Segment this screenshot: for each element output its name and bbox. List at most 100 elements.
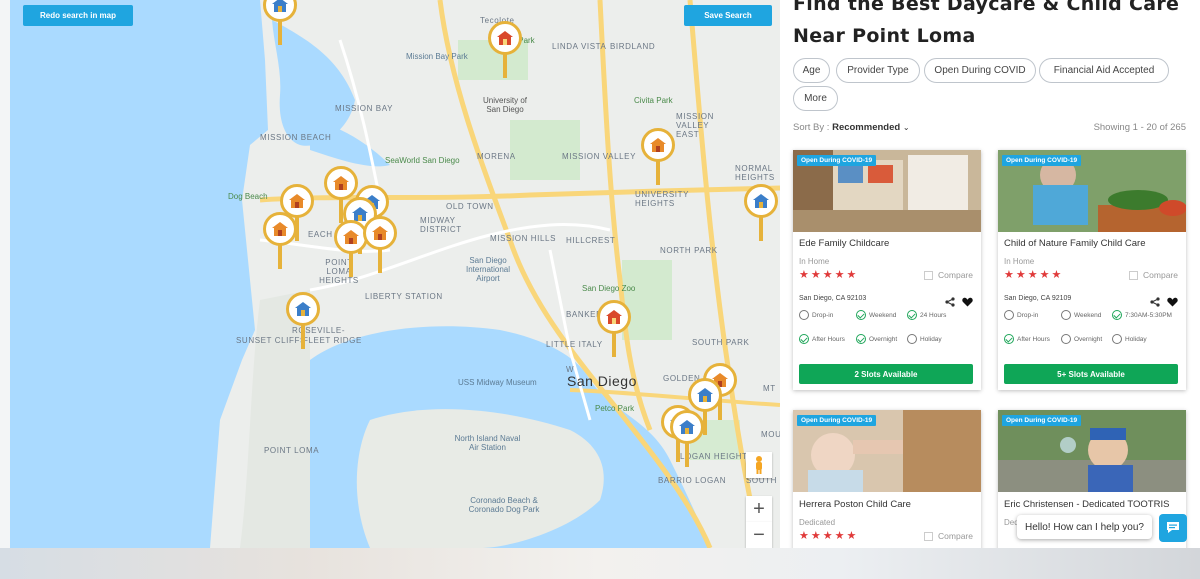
share-icon[interactable] [1150, 292, 1160, 311]
option-weekend: Weekend [856, 310, 896, 320]
house-icon [286, 292, 320, 326]
radio-icon [1112, 334, 1122, 344]
option-hours: 7:30AM-5:30PM [1112, 310, 1172, 320]
map-label: USS Midway Museum [458, 378, 537, 387]
provider-photo: Open During COVID-19 [998, 150, 1186, 232]
chat-icon [1166, 519, 1180, 538]
covid-badge: Open During COVID-19 [797, 155, 877, 166]
map-pin[interactable] [744, 184, 780, 242]
map-pin[interactable] [597, 300, 633, 358]
compare-checkbox[interactable]: Compare [1129, 270, 1178, 280]
chat-button[interactable] [1159, 514, 1187, 542]
slots-available-button[interactable]: 2 Slots Available [799, 364, 973, 384]
filter-age[interactable]: Age [793, 58, 830, 83]
map-pin[interactable] [363, 216, 399, 274]
map-pin[interactable] [488, 21, 524, 79]
map-label: UNIVERSITY HEIGHTS [635, 190, 689, 208]
map-base [10, 0, 780, 548]
check-circle-icon [1112, 310, 1122, 320]
page-title: Find the Best Daycare & Child Care Near … [793, 0, 1180, 47]
option-label: 24 Hours [920, 311, 947, 319]
covid-badge: Open During COVID-19 [797, 415, 877, 426]
house-icon [670, 410, 704, 444]
map-label: LITTLE ITALY [546, 340, 603, 349]
check-circle-icon [856, 310, 866, 320]
share-icon[interactable] [945, 292, 955, 311]
checkbox-icon [924, 531, 934, 541]
compare-checkbox[interactable]: Compare [924, 531, 973, 541]
map-pin[interactable] [670, 410, 706, 468]
heart-icon[interactable] [1167, 292, 1178, 311]
house-icon [488, 21, 522, 55]
option-24-hours: 24 Hours [907, 310, 946, 320]
map-label: OLD TOWN [446, 202, 494, 211]
map-label: MISSION VALLEY [562, 152, 637, 161]
provider-type: Dedicated [799, 518, 836, 527]
chat-greeting-bubble[interactable]: Hello! How can I help you? [1017, 515, 1152, 539]
street-view-pegman-icon[interactable] [746, 452, 772, 478]
map-pin[interactable] [641, 128, 677, 186]
bottom-blur-strip [0, 548, 1200, 579]
filter-financial-aid[interactable]: Financial Aid Accepted [1039, 58, 1169, 83]
filter-more[interactable]: More [793, 86, 838, 111]
map-label: San Diego Zoo [582, 284, 636, 293]
heart-icon[interactable] [962, 292, 973, 311]
provider-card[interactable]: Open During COVID-19 Herrera Poston Chil… [793, 410, 981, 548]
compare-label: Compare [938, 531, 973, 541]
option-label: Overnight [869, 335, 898, 343]
map-pin[interactable] [263, 0, 299, 46]
filter-open-during-covid[interactable]: Open During COVID [924, 58, 1036, 83]
option-label: Overnight [1074, 335, 1103, 343]
house-icon [324, 166, 358, 200]
results-count: Showing 1 - 20 of 265 [1093, 122, 1186, 133]
radio-icon [1061, 310, 1071, 320]
provider-name[interactable]: Ede Family Childcare [799, 238, 889, 249]
map-label: Coronado Beach & Coronado Dog Park [468, 496, 540, 514]
map-label: LIBERTY STATION [365, 292, 443, 301]
check-circle-icon [907, 310, 917, 320]
radio-icon [1004, 310, 1014, 320]
zoom-out-button[interactable]: − [746, 522, 772, 548]
provider-card[interactable]: Open During COVID-19 Ede Family Childcar… [793, 150, 981, 390]
house-icon [263, 212, 297, 246]
map-label-city: San Diego [567, 373, 637, 389]
option-drop-in: Drop-in [799, 310, 833, 320]
map-label: SeaWorld San Diego [385, 156, 460, 165]
slots-available-button[interactable]: 5+ Slots Available [1004, 364, 1178, 384]
option-label: Drop-in [812, 311, 834, 319]
provider-name[interactable]: Herrera Poston Child Care [799, 499, 911, 510]
compare-checkbox[interactable]: Compare [924, 270, 973, 280]
results-panel: Find the Best Daycare & Child Care Near … [782, 0, 1200, 548]
zoom-in-button[interactable]: + [746, 496, 772, 522]
card-actions [1150, 292, 1178, 311]
house-icon [744, 184, 778, 218]
chevron-down-icon: ⌄ [902, 123, 910, 132]
provider-name[interactable]: Child of Nature Family Child Care [1004, 238, 1146, 249]
sort-by[interactable]: Sort By : Recommended ⌄ [793, 122, 910, 133]
map-label: MISSION VALLEY EAST [676, 112, 714, 139]
option-overnight: Overnight [1061, 334, 1102, 344]
provider-type: In Home [799, 257, 830, 266]
house-icon [641, 128, 675, 162]
option-overnight: Overnight [856, 334, 897, 344]
map-label: MT [763, 384, 776, 393]
sort-value[interactable]: Recommended [832, 122, 900, 133]
house-icon [597, 300, 631, 334]
checkbox-icon [1129, 270, 1139, 280]
map-label: NORMAL HEIGHTS [735, 164, 775, 182]
map-label: POINT LOMA [264, 446, 320, 455]
map-pin[interactable] [286, 292, 322, 350]
option-holiday: Holiday [907, 334, 942, 344]
map-label: MISSION BEACH [260, 133, 332, 142]
left-gutter [0, 0, 10, 548]
compare-label: Compare [938, 270, 973, 280]
card-actions [945, 292, 973, 311]
provider-card[interactable]: Open During COVID-19 Child of Nature Fam… [998, 150, 1186, 390]
map-pin[interactable] [263, 212, 299, 270]
provider-name[interactable]: Eric Christensen - Dedicated TOOTRIS [1004, 499, 1169, 510]
provider-photo: Open During COVID-19 [793, 410, 981, 492]
save-search-button[interactable]: Save Search [684, 5, 772, 26]
redo-search-button[interactable]: Redo search in map [23, 5, 133, 26]
filter-provider-type[interactable]: Provider Type [836, 58, 920, 83]
map[interactable]: Redo search in map Save Search Tecolote … [10, 0, 780, 548]
